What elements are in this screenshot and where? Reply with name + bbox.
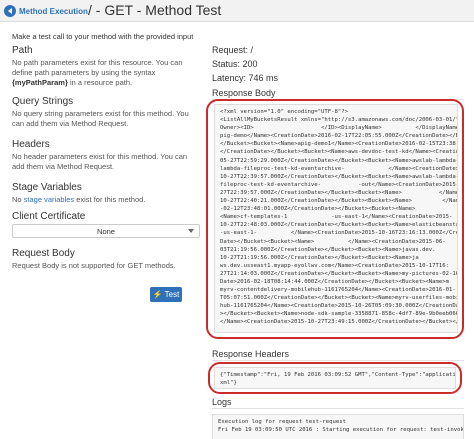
headers-title: Headers	[12, 139, 50, 150]
request-body-title: Request Body	[12, 248, 75, 259]
logs: Execution log for request test-request Fr…	[212, 414, 464, 439]
response-body-title: Response Body	[212, 88, 276, 98]
back-arrow-icon	[4, 5, 16, 17]
stage-text-before: No	[12, 195, 24, 204]
client-certificate-title: Client Certificate	[12, 211, 86, 222]
lightning-icon: ⚡	[152, 290, 163, 299]
intro-text: Make a test call to your method with the…	[12, 32, 194, 41]
request-path: Request: /	[212, 45, 254, 55]
stage-variables-title: Stage Variables	[12, 182, 82, 193]
client-certificate-select[interactable]: None	[12, 224, 200, 238]
response-headers-title: Response Headers	[212, 349, 290, 359]
response-headers-highlight	[208, 362, 462, 394]
query-strings-title: Query Strings	[12, 96, 74, 107]
response-body-highlight	[206, 99, 464, 339]
request-body-description: Request Body is not supported for GET me…	[12, 261, 176, 270]
stage-variables-description: No stage variables exist for this method…	[12, 195, 194, 205]
response-latency: Latency: 746 ms	[212, 73, 279, 83]
logs-divider	[212, 408, 464, 409]
path-text-before: No path parameters exist for this resour…	[12, 58, 183, 77]
response-status: Status: 200	[212, 59, 258, 69]
path-description: No path parameters exist for this resour…	[12, 58, 194, 88]
method-execution-back-link[interactable]: Method Execution	[4, 4, 88, 18]
path-syntax: {myPathParam}	[12, 78, 68, 87]
log-line: Execution log for request test-request	[218, 419, 346, 425]
test-button[interactable]: ⚡ Test	[150, 287, 182, 302]
chevron-down-icon	[188, 229, 194, 233]
path-text-after: in a resource path.	[67, 78, 133, 87]
path-title: Path	[12, 45, 33, 56]
log-line: Fri Feb 19 03:09:50 UTC 2016 : Starting …	[218, 427, 464, 434]
page-header: Method Execution / - GET - Method Test	[0, 0, 474, 22]
headers-description: No header parameters exist for this meth…	[12, 152, 188, 171]
logs-title: Logs	[212, 397, 232, 407]
client-certificate-selected: None	[97, 226, 115, 236]
page-title: / - GET - Method Test	[88, 2, 222, 18]
test-button-label: Test	[164, 290, 180, 299]
stage-variables-link[interactable]: stage variables	[24, 195, 74, 204]
query-strings-description: No query string parameters exist for thi…	[12, 109, 189, 128]
response-headers-divider	[212, 360, 464, 361]
back-link-label: Method Execution	[19, 6, 88, 16]
stage-text-after: exist for this method.	[74, 195, 146, 204]
